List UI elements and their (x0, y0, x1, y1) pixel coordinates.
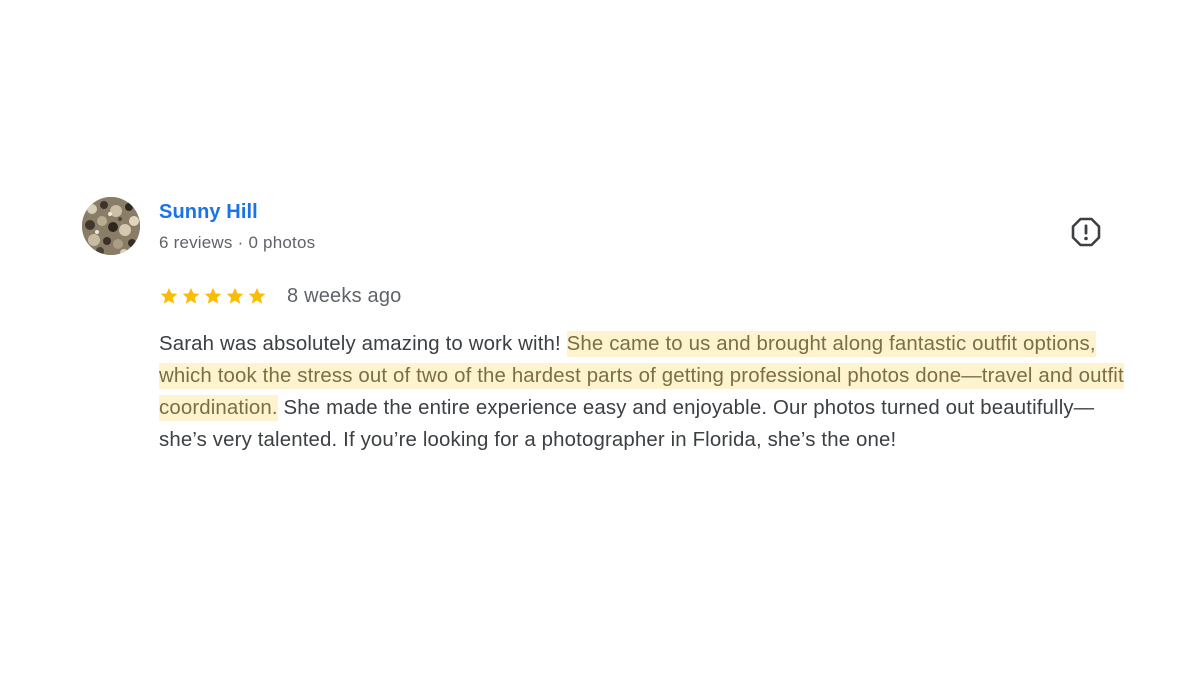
star-rating (159, 286, 267, 306)
author-meta: 6 reviews · 0 photos (159, 233, 315, 253)
review-date: 8 weeks ago (287, 284, 402, 307)
reviews-count: 6 reviews (159, 233, 233, 252)
photos-count: 0 photos (248, 233, 316, 252)
star-icon (203, 286, 223, 306)
review-text-rest: She made the entire experience easy and … (159, 397, 1095, 451)
meta-separator: · (237, 233, 244, 252)
star-icon (225, 286, 245, 306)
review-text: Sarah was absolutely amazing to work wit… (159, 328, 1134, 456)
review-text-intro: Sarah was absolutely amazing to work wit… (159, 333, 567, 355)
star-icon (247, 286, 267, 306)
avatar[interactable] (82, 197, 140, 255)
rating-row: 8 weeks ago (159, 283, 402, 309)
report-flag-icon[interactable] (1070, 216, 1102, 248)
star-icon (159, 286, 179, 306)
star-icon (181, 286, 201, 306)
avatar-image (82, 197, 140, 255)
author-name-link[interactable]: Sunny Hill (159, 201, 258, 224)
